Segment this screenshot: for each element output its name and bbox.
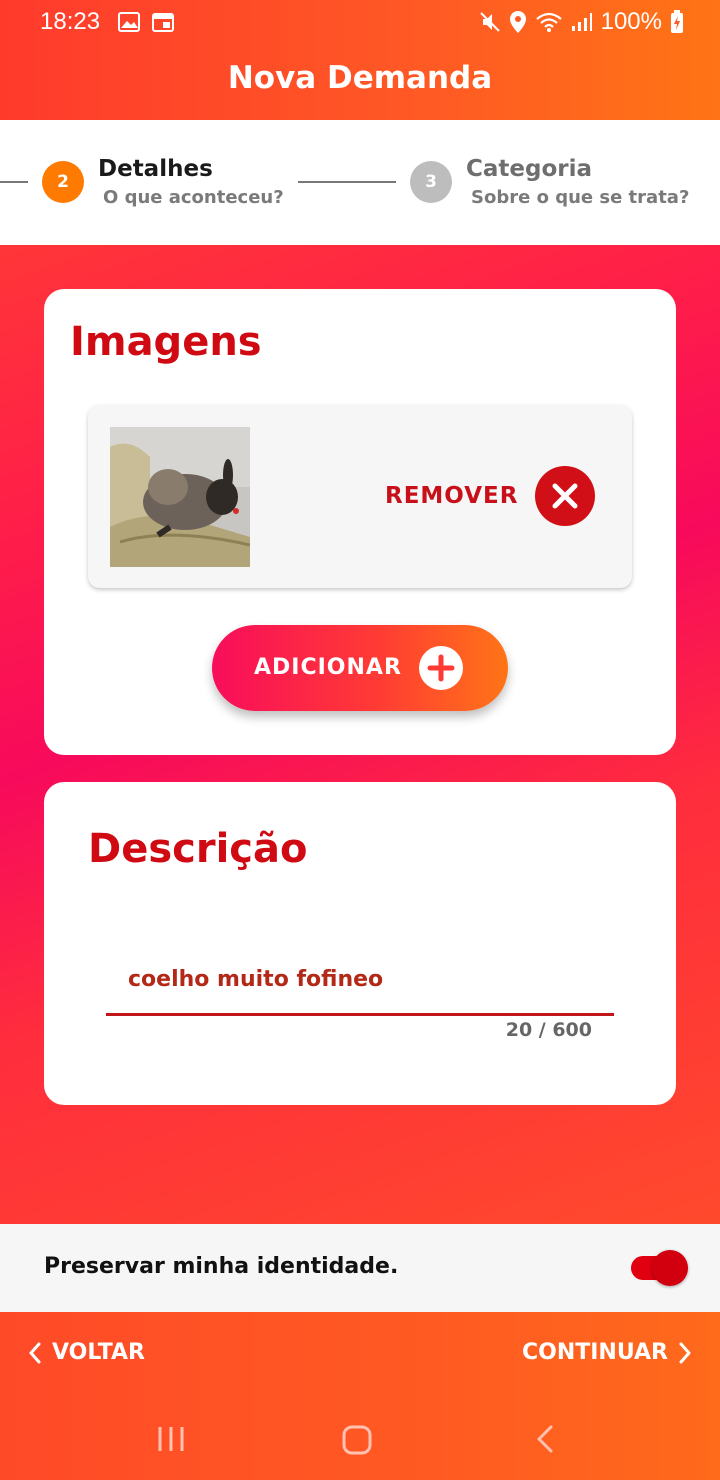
description-card: Descrição coelho muito fofineo 20 / 600 (44, 782, 676, 1105)
recent-apps-icon[interactable] (156, 1424, 186, 1454)
character-counter: 20 / 600 (505, 1019, 592, 1041)
description-input[interactable]: coelho muito fofineo (128, 967, 383, 992)
images-card: Imagens REMOVER ADICIONAR (44, 289, 676, 755)
step-subtitle-categoria: Sobre o que se trata? (471, 187, 690, 208)
step-number-2[interactable]: 2 (42, 161, 84, 203)
continue-button[interactable]: CONTINUAR (522, 1340, 692, 1365)
uploaded-image-thumbnail[interactable] (110, 427, 250, 567)
step-number-3[interactable]: 3 (410, 161, 452, 203)
step-subtitle-detalhes: O que aconteceu? (103, 187, 284, 208)
back-button[interactable]: VOLTAR (28, 1340, 145, 1365)
location-icon (509, 11, 526, 33)
gallery-icon (118, 12, 140, 32)
preserve-identity-row: Preservar minha identidade. (0, 1224, 720, 1312)
close-icon (552, 483, 578, 509)
status-icons-right: 100% (479, 8, 684, 36)
remove-image-button[interactable] (535, 466, 595, 526)
step-title-categoria: Categoria (466, 156, 593, 182)
system-back-icon[interactable] (534, 1424, 556, 1454)
add-image-button[interactable]: ADICIONAR (212, 625, 508, 711)
plus-icon (419, 646, 463, 690)
battery-charging-icon (671, 10, 683, 33)
status-icons-left (118, 12, 174, 32)
bottom-navigation: VOLTAR CONTINUAR (0, 1312, 720, 1480)
chevron-right-icon (679, 1342, 691, 1363)
wifi-icon (535, 12, 562, 32)
page-title: Nova Demanda (227, 60, 493, 96)
description-input-underline (106, 1013, 614, 1016)
remove-image-label[interactable]: REMOVER (385, 483, 518, 509)
continue-label: CONTINUAR (521, 1340, 668, 1365)
step-connector (0, 181, 28, 183)
image-list-item: REMOVER (88, 405, 632, 588)
calendar-icon (152, 13, 174, 32)
app-header: 18:23 100% Nova Demanda (0, 0, 720, 120)
status-time: 18:23 (40, 8, 101, 35)
toggle-knob[interactable] (652, 1250, 688, 1286)
chevron-left-icon (29, 1342, 41, 1363)
home-icon[interactable] (341, 1424, 373, 1456)
step-title-detalhes: Detalhes (98, 156, 213, 182)
step-connector (298, 181, 396, 183)
add-image-label: ADICIONAR (254, 655, 402, 680)
preserve-identity-label: Preservar minha identidade. (44, 1254, 399, 1279)
signal-icon (571, 13, 592, 31)
back-label: VOLTAR (52, 1340, 145, 1365)
stepper: 2 Detalhes O que aconteceu? 3 Categoria … (0, 120, 720, 245)
mute-icon (479, 12, 500, 32)
images-title: Imagens (70, 319, 262, 365)
description-title: Descrição (88, 826, 308, 872)
battery-text: 100% (600, 8, 662, 35)
